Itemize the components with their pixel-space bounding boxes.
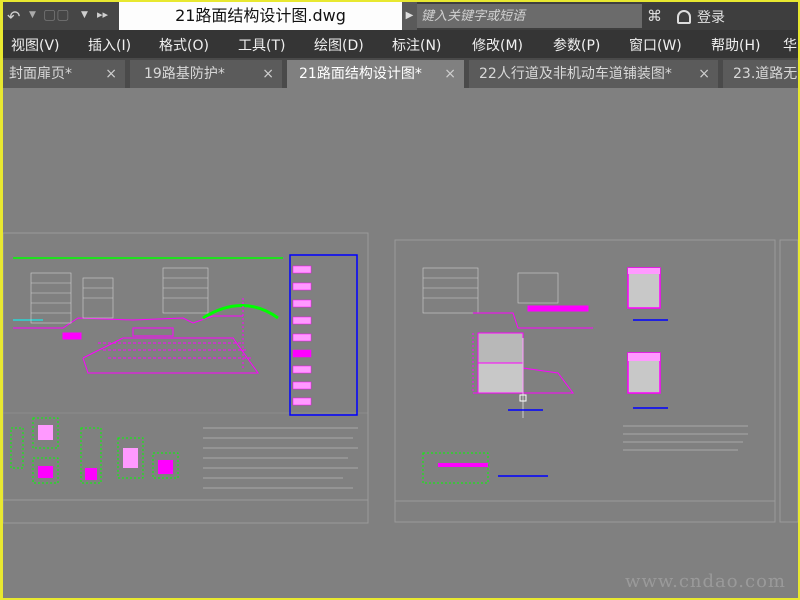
menu-insert[interactable]: 插入(I) bbox=[88, 35, 131, 55]
menu-format[interactable]: 格式(O) bbox=[159, 35, 209, 55]
back-arrow-icon[interactable]: ↶ bbox=[7, 7, 20, 26]
login-label: 登录 bbox=[697, 10, 725, 26]
drawing-canvas[interactable]: www.cndao.com bbox=[3, 88, 798, 598]
tab-pavement-structure[interactable]: 21路面结构设计图* × bbox=[287, 60, 464, 88]
menu-more[interactable]: 华 bbox=[783, 35, 797, 55]
tab-subgrade-protection[interactable]: 19路基防护* × bbox=[130, 60, 282, 88]
app-logo-icon: ▢▢ bbox=[43, 7, 70, 23]
document-title: 21路面结构设计图.dwg bbox=[119, 2, 402, 30]
close-icon[interactable]: × bbox=[105, 60, 117, 88]
close-icon[interactable]: × bbox=[444, 60, 456, 88]
menu-view[interactable]: 视图(V) bbox=[11, 35, 60, 55]
menu-window[interactable]: 窗口(W) bbox=[629, 35, 682, 55]
close-icon[interactable]: × bbox=[262, 60, 274, 88]
close-icon[interactable]: × bbox=[698, 60, 710, 88]
expand-icon[interactable]: ▸▸ bbox=[97, 8, 108, 21]
menu-modify[interactable]: 修改(M) bbox=[472, 35, 523, 55]
search-arrow-icon[interactable]: ▶ bbox=[402, 2, 417, 30]
user-icon bbox=[677, 10, 691, 24]
cad-drawing bbox=[3, 232, 798, 524]
menu-dimension[interactable]: 标注(N) bbox=[392, 35, 441, 55]
menu-bar: 视图(V) 插入(I) 格式(O) 工具(T) 绘图(D) 标注(N) 修改(M… bbox=[3, 30, 798, 58]
dropdown-icon[interactable]: ▼ bbox=[81, 10, 88, 20]
tab-label: 23.道路无 bbox=[733, 66, 798, 82]
tab-road-accessibility[interactable]: 23.道路无 bbox=[723, 60, 798, 88]
quick-access-toolbar: ↶ ▼ ▢▢ ▼ ▸▸ bbox=[3, 2, 119, 30]
menu-parameter[interactable]: 参数(P) bbox=[553, 35, 600, 55]
tab-label: 21路面结构设计图* bbox=[299, 66, 422, 82]
tab-label: 封面扉页* bbox=[9, 66, 72, 82]
document-tab-bar: 封面扉页* × 19路基防护* × 21路面结构设计图* × 22人行道及非机动… bbox=[3, 58, 798, 88]
binoculars-icon[interactable]: ⌘ bbox=[647, 7, 662, 25]
title-bar: ↶ ▼ ▢▢ ▼ ▸▸ 21路面结构设计图.dwg ▶ ⌘ 登录 bbox=[3, 2, 798, 30]
login-button[interactable]: 登录 bbox=[677, 7, 725, 27]
tab-sidewalk-paving[interactable]: 22人行道及非机动车道铺装图* × bbox=[469, 60, 718, 88]
tab-cover[interactable]: 封面扉页* × bbox=[3, 60, 125, 88]
search-input[interactable] bbox=[417, 4, 642, 28]
autocad-window: ↶ ▼ ▢▢ ▼ ▸▸ 21路面结构设计图.dwg ▶ ⌘ 登录 视图(V) 插… bbox=[3, 2, 798, 598]
tab-label: 22人行道及非机动车道铺装图* bbox=[479, 66, 672, 82]
menu-tools[interactable]: 工具(T) bbox=[238, 35, 285, 55]
watermark-text: www.cndao.com bbox=[625, 571, 786, 592]
dropdown-icon[interactable]: ▼ bbox=[29, 10, 36, 20]
menu-draw[interactable]: 绘图(D) bbox=[314, 35, 364, 55]
tab-label: 19路基防护* bbox=[144, 66, 225, 82]
sheet-right bbox=[394, 239, 798, 523]
menu-help[interactable]: 帮助(H) bbox=[711, 35, 760, 55]
sheet-left bbox=[3, 232, 369, 524]
